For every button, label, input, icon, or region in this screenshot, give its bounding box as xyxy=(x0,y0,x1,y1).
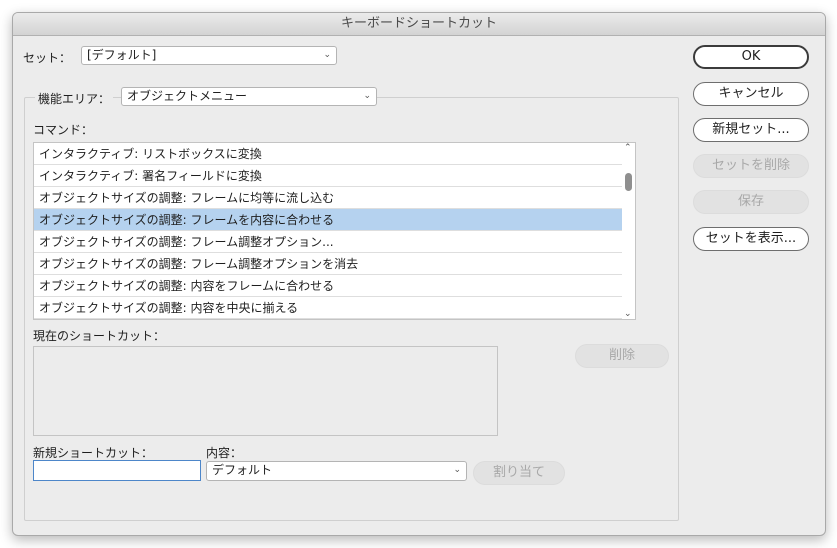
new-shortcut-label: 新規ショートカット： xyxy=(33,446,154,460)
save-button[interactable]: 保存 xyxy=(693,190,809,214)
window-title: キーボードショートカット xyxy=(13,13,825,36)
assign-button[interactable]: 割り当て xyxy=(473,461,565,485)
chevron-down-icon: ⌄ xyxy=(323,50,331,60)
context-select[interactable]: デフォルト ⌄ xyxy=(206,461,467,481)
list-item[interactable]: インタラクティブ: 署名フィールドに変換 xyxy=(34,165,622,187)
function-area-label: 機能エリア： xyxy=(35,90,114,107)
commands-scrollbar[interactable]: ⌃ ⌄ xyxy=(622,143,635,319)
delete-shortcut-button[interactable]: 削除 xyxy=(575,344,669,368)
commands-label: コマンド： xyxy=(33,123,94,137)
chevron-up-icon[interactable]: ⌃ xyxy=(624,143,632,153)
scrollbar-thumb[interactable] xyxy=(625,173,632,191)
keyboard-shortcuts-dialog: キーボードショートカット セット： [デフォルト] ⌄ 機能エリア： オブジェク… xyxy=(12,12,826,536)
current-shortcut-label: 現在のショートカット： xyxy=(33,329,166,343)
list-item-selected[interactable]: オブジェクトサイズの調整: フレームを内容に合わせる xyxy=(34,209,622,231)
context-label: 内容： xyxy=(206,446,243,460)
list-item[interactable]: インタラクティブ: リストボックスに変換 xyxy=(34,143,622,165)
function-area-select[interactable]: オブジェクトメニュー ⌄ xyxy=(121,87,377,106)
new-shortcut-input[interactable] xyxy=(33,460,201,481)
commands-list[interactable]: インタラクティブ: リストボックスに変換 インタラクティブ: 署名フィールドに変… xyxy=(33,142,636,320)
cancel-button[interactable]: キャンセル xyxy=(693,82,809,106)
show-set-button[interactable]: セットを表示... xyxy=(693,227,809,251)
new-set-button[interactable]: 新規セット... xyxy=(693,118,809,142)
list-item[interactable]: オブジェクトサイズの調整: 内容を中央に揃える xyxy=(34,297,622,319)
function-area-select-value: オブジェクトメニュー xyxy=(127,89,248,103)
current-shortcut-list[interactable] xyxy=(33,346,498,436)
list-item[interactable]: オブジェクトサイズの調整: フレームに均等に流し込む xyxy=(34,187,622,209)
ok-button[interactable]: OK xyxy=(693,45,809,69)
set-select[interactable]: [デフォルト] ⌄ xyxy=(81,46,337,65)
list-item[interactable]: オブジェクトサイズの調整: フレーム調整オプション... xyxy=(34,231,622,253)
list-item[interactable]: オブジェクトサイズの調整: 内容をフレームに合わせる xyxy=(34,275,622,297)
chevron-down-icon: ⌄ xyxy=(363,91,371,101)
context-select-value: デフォルト xyxy=(212,463,273,477)
chevron-down-icon: ⌄ xyxy=(453,465,461,475)
set-label: セット： xyxy=(23,51,72,65)
chevron-down-icon[interactable]: ⌄ xyxy=(624,309,632,319)
delete-set-button[interactable]: セットを削除 xyxy=(693,154,809,178)
set-select-value: [デフォルト] xyxy=(87,48,157,62)
list-item[interactable]: オブジェクトサイズの調整: フレーム調整オプションを消去 xyxy=(34,253,622,275)
